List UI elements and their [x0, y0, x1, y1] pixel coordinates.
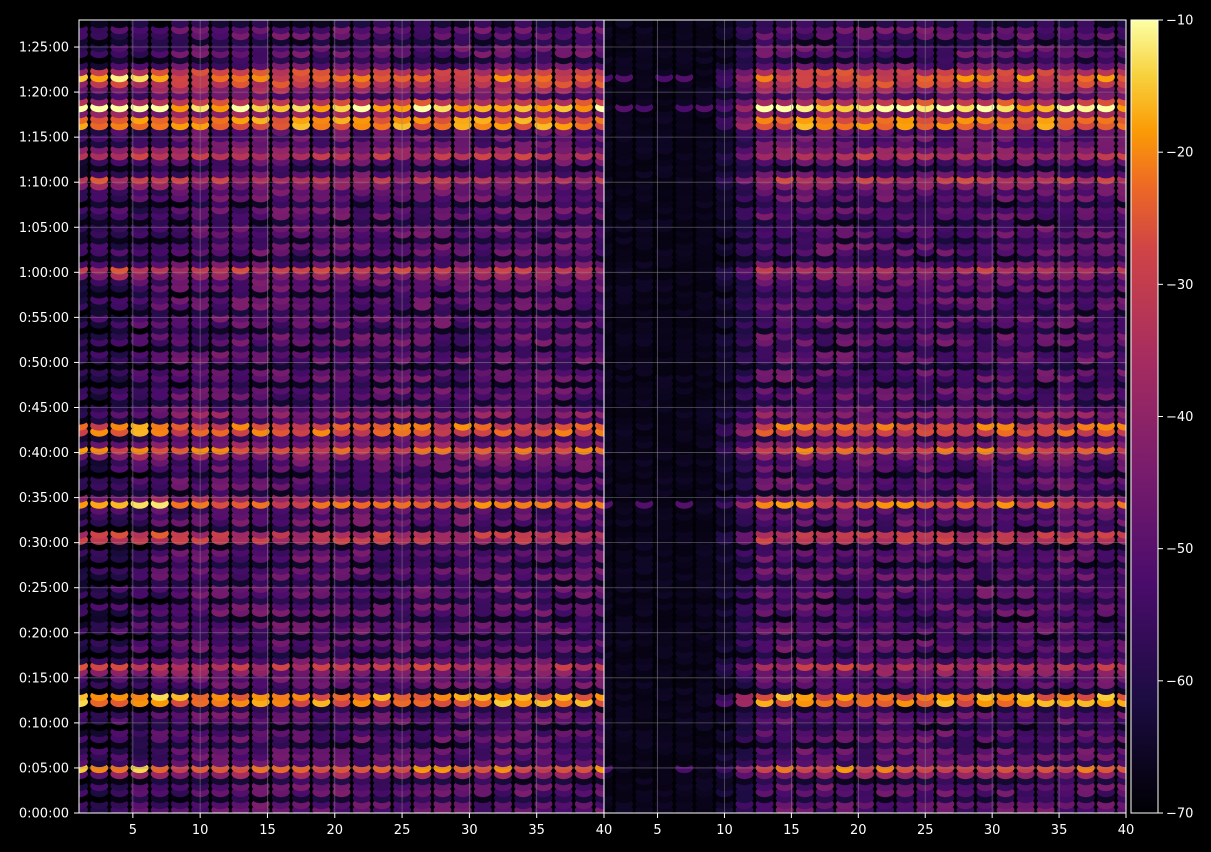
heatmap-cell — [130, 20, 149, 29]
heatmap-cell — [352, 20, 371, 29]
heatmap-cell — [211, 20, 230, 29]
heatmap-cell — [90, 20, 109, 29]
heatmap-cell — [433, 20, 452, 29]
left-heatmap-panel — [79, 20, 604, 813]
heatmap-cell — [372, 20, 391, 29]
heatmap-cell — [271, 20, 290, 29]
heatmap-cell — [514, 20, 533, 29]
heatmap-cell — [231, 20, 250, 29]
heatmap-cell — [494, 20, 512, 29]
heatmap-cell — [312, 20, 331, 29]
heatmap-cell — [413, 20, 432, 29]
heatmap-cell — [171, 20, 189, 29]
heatmap-cell — [150, 20, 169, 29]
heatmap-cell — [574, 20, 593, 29]
heatmap-cell — [332, 20, 351, 29]
heatmap-cell — [251, 20, 270, 29]
heatmap-cell — [292, 20, 311, 29]
heatmap-cell — [534, 20, 553, 29]
figure: 0:00:000:05:000:10:000:15:000:20:000:25:… — [19, 14, 1194, 839]
right-heatmap-panel — [604, 20, 1126, 813]
heatmap-cell — [554, 20, 573, 29]
heatmap-cell — [110, 20, 129, 29]
heatmap-cell — [473, 20, 492, 29]
